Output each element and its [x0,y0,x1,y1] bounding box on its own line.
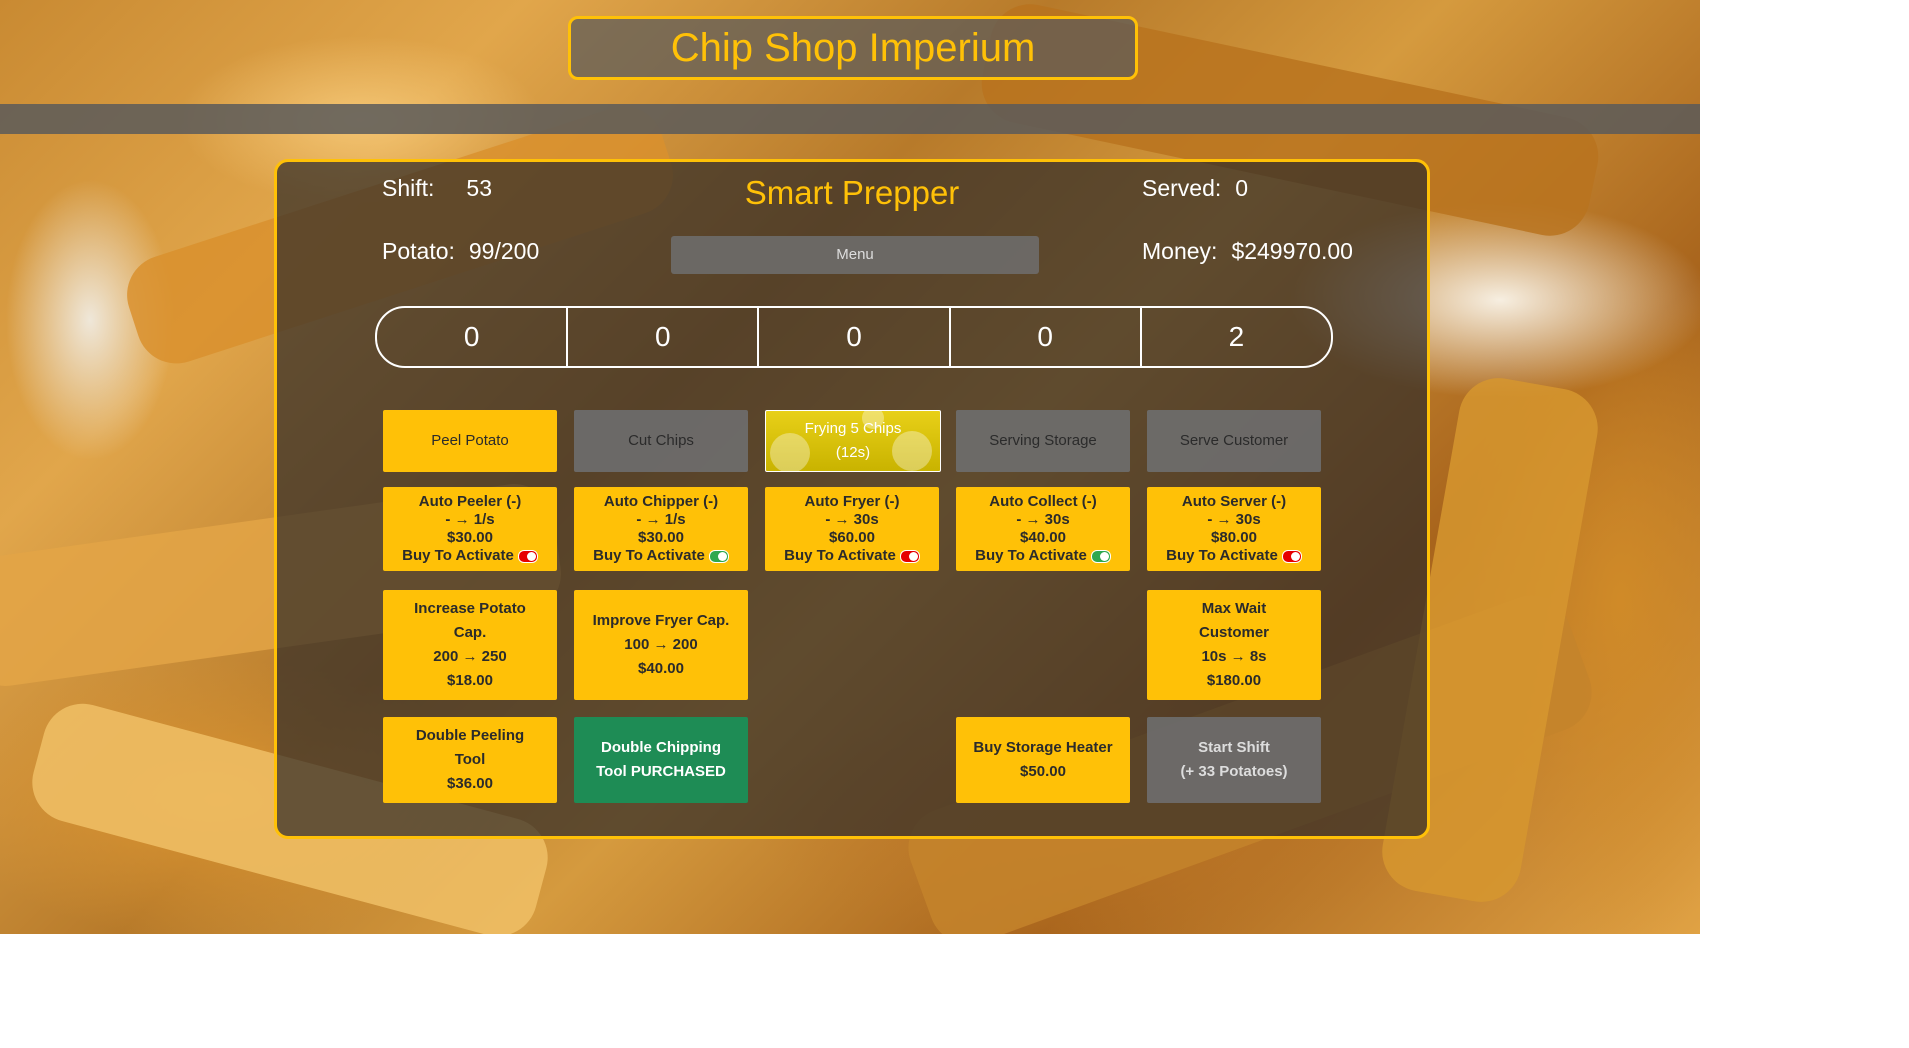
start-shift-bonus: (+ 33 Potatoes) [1180,763,1288,780]
start-shift-title: Start Shift [1198,739,1270,756]
double-peel-title-2: Tool [454,751,486,768]
double-chip-title: Double Chipping [601,739,721,756]
counter-frying: 0 [757,308,948,366]
cut-chips-button[interactable]: Cut Chips [574,410,748,472]
game-panel: Shift: 53 Smart Prepper Served: 0 Potato: 9… [274,159,1430,839]
double-peel-title: Double Peeling [415,727,525,744]
serving-storage-button[interactable]: Serving Storage [956,410,1130,472]
max-wait-change: 10s → 8s [1201,648,1267,665]
auto-peeler-button[interactable]: Auto Peeler (-) - → 1/s $30.00 Buy To Ac… [383,487,557,571]
auto-fryer-price: $60.00 [829,529,875,546]
auto-server-button[interactable]: Auto Server (-) - → 30s $80.00 Buy To Ac… [1147,487,1321,571]
improve-fryer-cap-button[interactable]: Improve Fryer Cap. 100 → 200 $40.00 [574,590,748,700]
fry-status: Frying 5 Chips [804,420,902,437]
auto-fryer-name: Auto Fryer (-) [804,493,900,510]
auto-chipper-rate: - → 1/s [636,511,686,528]
potato-value: 99/200 [468,238,540,264]
counter-storage: 0 [948,308,1140,366]
peel-potato-button[interactable]: Peel Potato [383,410,557,472]
auto-chipper-button[interactable]: Auto Chipper (-) - → 1/s $30.00 Buy To A… [574,487,748,571]
double-chipping-tool-button[interactable]: Double Chipping Tool PURCHASED [574,717,748,803]
served-label: Served: [1142,175,1222,201]
storage-heater-price: $50.00 [1020,763,1066,780]
auto-server-name: Auto Server (-) [1181,493,1287,510]
mode-title: Smart Prepper [744,174,960,211]
auto-peeler-name: Auto Peeler (-) [418,493,522,510]
max-wait-title-2: Customer [1198,624,1269,641]
max-wait-price: $180.00 [1206,672,1262,689]
auto-chipper-toggle[interactable] [708,549,729,563]
auto-server-price: $80.00 [1211,529,1257,546]
increase-potato-cap-button[interactable]: Increase Potato Cap. 200 → 250 $18.00 [383,590,557,700]
top-bar [0,104,1700,134]
auto-collect-price: $40.00 [1020,529,1066,546]
auto-collect-status: Buy To Activate [975,547,1087,564]
auto-fryer-status: Buy To Activate [784,547,896,564]
served-stat: Served: 0 [1142,175,1248,202]
auto-peeler-price: $30.00 [447,529,493,546]
max-wait-title: Max Wait [1201,600,1267,617]
fry-chips-button[interactable]: Frying 5 Chips (12s) [765,410,941,472]
auto-collect-button[interactable]: Auto Collect (-) - → 30s $40.00 Buy To A… [956,487,1130,571]
potato-cap-title-2: Cap. [453,624,487,641]
fryer-cap-price: $40.00 [638,660,684,677]
auto-fryer-toggle[interactable] [899,549,920,563]
auto-peeler-rate: - → 1/s [445,511,495,528]
double-peel-price: $36.00 [447,775,493,792]
fry-timer: (12s) [835,444,871,461]
auto-collect-toggle[interactable] [1090,549,1111,563]
auto-chipper-price: $30.00 [638,529,684,546]
menu-button[interactable]: Menu [671,236,1039,274]
auto-server-toggle[interactable] [1281,549,1302,563]
counter-peeled: 0 [463,321,480,352]
auto-collect-name: Auto Collect (-) [989,493,1097,510]
money-label: Money: [1142,238,1218,264]
fryer-cap-title: Improve Fryer Cap. [592,612,730,629]
auto-fryer-button[interactable]: Auto Fryer (-) - → 30s $60.00 Buy To Act… [765,487,939,571]
auto-chipper-status: Buy To Activate [593,547,705,564]
money-value: $249970.00 [1231,238,1353,264]
potato-cap-change: 200 → 250 [433,648,507,665]
fryer-cap-change: 100 → 200 [624,636,698,653]
money-stat: Money: $249970.00 [1142,238,1353,265]
auto-server-rate: - → 30s [1207,511,1261,528]
served-value: 0 [1235,175,1249,201]
max-wait-customer-button[interactable]: Max Wait Customer 10s → 8s $180.00 [1147,590,1321,700]
start-shift-button[interactable]: Start Shift (+ 33 Potatoes) [1147,717,1321,803]
app-title: Chip Shop Imperium [568,16,1138,80]
auto-server-status: Buy To Activate [1166,547,1278,564]
auto-peeler-status: Buy To Activate [402,547,514,564]
auto-fryer-rate: - → 30s [825,511,879,528]
buy-storage-heater-button[interactable]: Buy Storage Heater $50.00 [956,717,1130,803]
counter-cut: 0 [566,308,757,366]
double-peeling-tool-button[interactable]: Double Peeling Tool $36.00 [383,717,557,803]
potato-cap-title: Increase Potato [414,600,526,617]
potato-stat: Potato: 99/200 [382,238,539,265]
counter-customers: 2 [1139,308,1331,366]
auto-chipper-name: Auto Chipper (-) [603,493,719,510]
stage-counters: 0 0 0 0 2 [375,306,1333,368]
potato-label: Potato: [382,238,455,264]
double-chip-status: Tool PURCHASED [596,763,726,780]
storage-heater-title: Buy Storage Heater [973,739,1113,756]
potato-cap-price: $18.00 [447,672,493,689]
auto-collect-rate: - → 30s [1016,511,1070,528]
auto-peeler-toggle[interactable] [517,549,538,563]
serve-customer-button[interactable]: Serve Customer [1147,410,1321,472]
